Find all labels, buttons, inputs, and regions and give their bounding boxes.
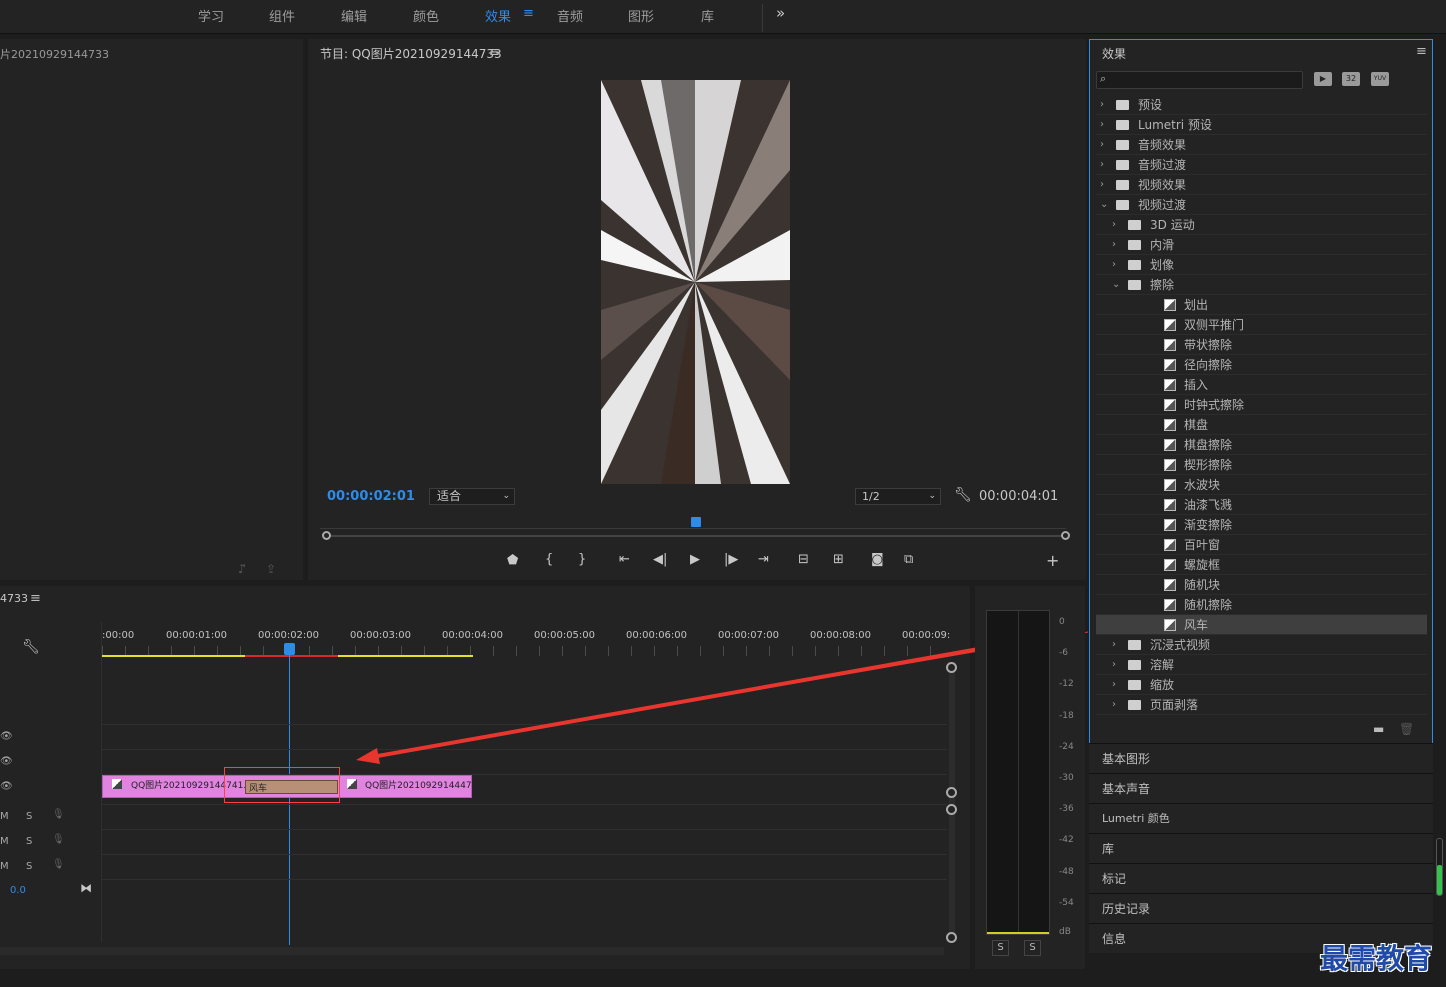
meter-label: 0 [1059,617,1065,627]
solo-left-button[interactable]: S [992,940,1009,956]
meter-label: -12 [1059,679,1074,689]
meter-label: dB [1059,927,1071,937]
meter-label: -54 [1059,898,1074,908]
meter-label: -30 [1059,773,1074,783]
solo-right-button[interactable]: S [1024,940,1041,956]
meter-label: -24 [1059,742,1074,752]
meter-bars [986,610,1050,935]
meter-level [987,932,1049,934]
meter-divider [1018,611,1019,934]
annotation-arrow [356,631,1089,764]
watermark-logo: 最需教育 [1320,942,1433,975]
meter-label: -48 [1059,867,1074,877]
meter-label: -42 [1059,835,1074,845]
meter-label: -6 [1059,648,1068,658]
meter-label: -36 [1059,804,1074,814]
meter-label: -18 [1059,711,1074,721]
